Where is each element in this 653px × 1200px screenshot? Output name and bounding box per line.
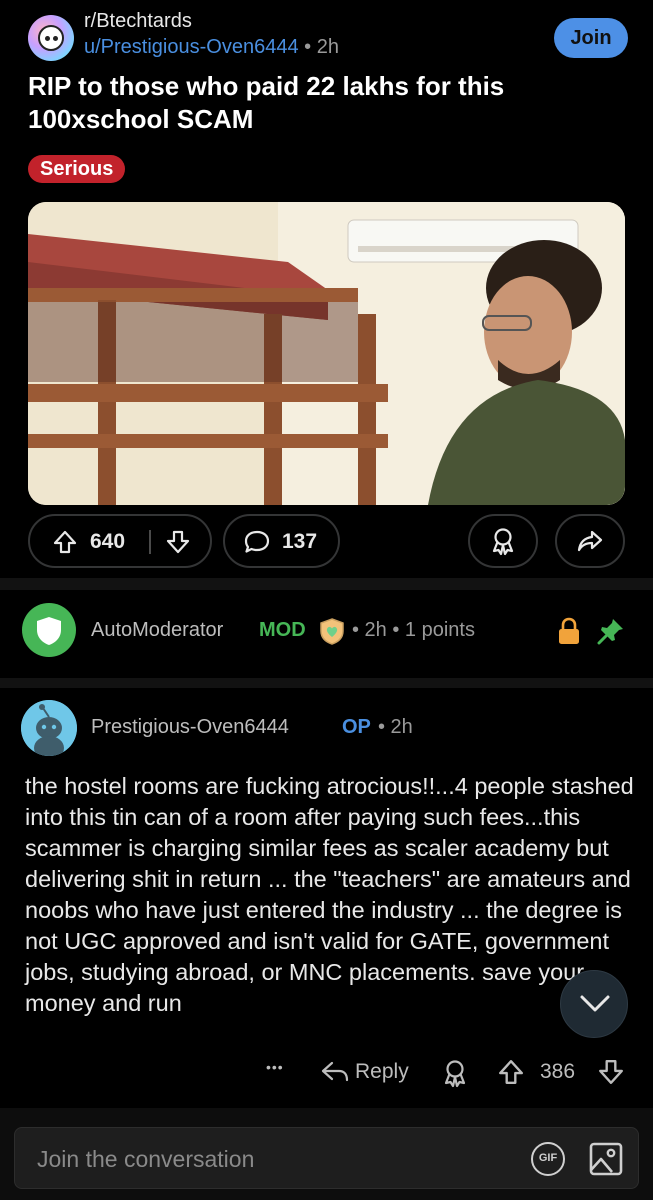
upvote-icon[interactable]: [52, 529, 78, 555]
comment-bubble-icon: [244, 530, 270, 553]
scroll-down-button[interactable]: [560, 970, 628, 1038]
section-divider: [0, 578, 653, 590]
post-card: r/Btechtards u/Prestigious-Oven6444 • 2h…: [0, 0, 653, 578]
separator-dot: •: [304, 36, 312, 58]
comments-button[interactable]: 137: [223, 514, 340, 568]
automod-comment: AutoModerator MOD • 2h • 1 points: [0, 590, 653, 678]
post-time: 2h: [316, 36, 339, 58]
downvote-icon[interactable]: [165, 529, 191, 555]
section-divider: [0, 678, 653, 688]
gif-button[interactable]: GIF: [531, 1142, 565, 1176]
join-button[interactable]: Join: [554, 18, 628, 58]
award-button[interactable]: [468, 514, 538, 568]
share-button[interactable]: [555, 514, 625, 568]
post-title[interactable]: RIP to those who paid 22 lakhs for this …: [28, 70, 618, 136]
image-upload-icon[interactable]: [588, 1140, 624, 1178]
post-byline: u/Prestigious-Oven6444 • 2h: [84, 36, 339, 59]
mod-heart-shield-icon: [320, 618, 344, 645]
award-icon: [492, 528, 514, 556]
reply-button[interactable]: Reply: [355, 1060, 409, 1084]
comment-input[interactable]: [37, 1144, 517, 1174]
op-meta: • 2h: [378, 716, 413, 738]
subreddit-name[interactable]: r/Btechtards: [84, 10, 192, 33]
op-badge: OP: [342, 716, 371, 738]
eye-icon: [53, 36, 58, 41]
op-avatar[interactable]: [21, 700, 77, 756]
snoo-face-icon: [38, 25, 64, 51]
op-author[interactable]: Prestigious-Oven6444: [91, 716, 289, 739]
automod-avatar[interactable]: [22, 603, 76, 657]
downvote-icon[interactable]: [597, 1058, 625, 1086]
comment-actions: ••• Reply 386: [0, 1058, 653, 1094]
more-options-button[interactable]: •••: [266, 1059, 284, 1075]
reply-icon[interactable]: [320, 1058, 350, 1086]
automod-name[interactable]: AutoModerator: [91, 619, 223, 642]
shield-icon: [37, 617, 61, 645]
comment-composer: GIF: [14, 1127, 639, 1189]
post-flair[interactable]: Serious: [28, 155, 126, 183]
automod-meta: • 2h • 1 points: [352, 619, 475, 641]
chevron-down-icon: [580, 995, 610, 1012]
snoo-avatar-icon: [21, 700, 77, 756]
post-image[interactable]: [28, 202, 625, 505]
post-actions: 640 137: [28, 514, 625, 568]
comment-count: 137: [282, 530, 318, 553]
post-header: r/Btechtards u/Prestigious-Oven6444 • 2h…: [28, 10, 628, 70]
mod-badge: MOD: [259, 619, 306, 641]
eye-icon: [45, 36, 50, 41]
vote-divider: [149, 530, 151, 554]
comment-body: the hostel rooms are fucking atrocious!!…: [25, 773, 634, 1016]
op-comment: Prestigious-Oven6444 OP • 2h the hostel …: [0, 688, 653, 1108]
share-icon: [577, 530, 603, 552]
subreddit-avatar[interactable]: [28, 15, 74, 61]
lock-icon: [559, 617, 579, 644]
award-icon[interactable]: [441, 1058, 469, 1088]
post-author[interactable]: u/Prestigious-Oven6444: [84, 36, 299, 58]
hostel-room-photo: [28, 202, 625, 505]
pin-icon: [597, 619, 623, 645]
upvote-icon[interactable]: [497, 1058, 525, 1086]
vote-pill: 640: [28, 514, 212, 568]
upvote-count: 640: [90, 530, 126, 553]
comment-upvote-count: 386: [540, 1060, 576, 1083]
